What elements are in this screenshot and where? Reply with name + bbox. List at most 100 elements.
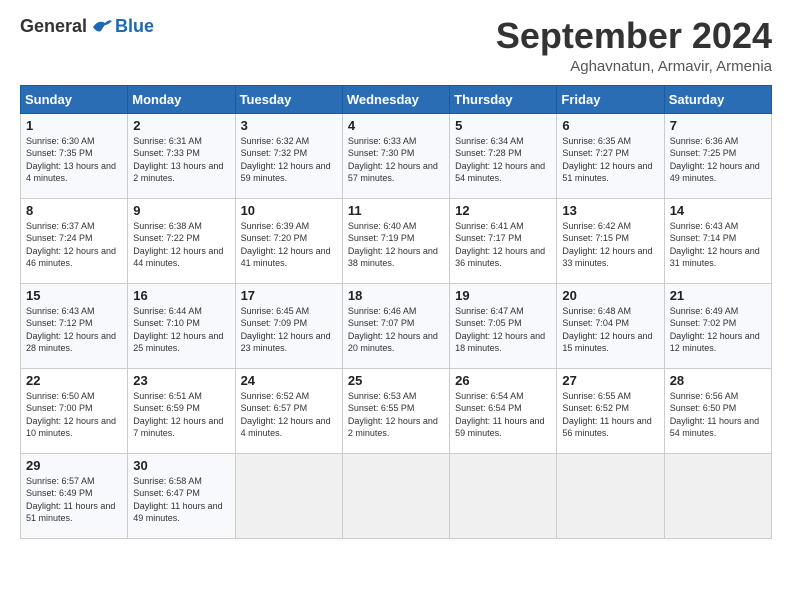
table-row: 20Sunrise: 6:48 AMSunset: 7:04 PMDayligh… [557,283,664,368]
day-number: 22 [26,373,122,388]
table-row: 11 Sunrise: 6:40 AMSunset: 7:19 PMDayligh… [342,198,449,283]
day-number: 26 [455,373,551,388]
day-number: 18 [348,288,444,303]
day-number: 20 [562,288,658,303]
table-row: 15Sunrise: 6:43 AMSunset: 7:12 PMDayligh… [21,283,128,368]
table-row: 7Sunrise: 6:36 AMSunset: 7:25 PMDaylight… [664,113,771,198]
logo-blue-text: Blue [115,16,154,37]
col-friday: Friday [557,85,664,113]
day-number: 13 [562,203,658,218]
table-row: 3 Sunrise: 6:32 AMSunset: 7:32 PMDaylight… [235,113,342,198]
calendar-week-row: 29 Sunrise: 6:57 AMSunset: 6:49 PMDayligh… [21,453,772,538]
table-row: 6 Sunrise: 6:35 AMSunset: 7:27 PMDaylight… [557,113,664,198]
table-row: 27 Sunrise: 6:55 AMSunset: 6:52 PMDayligh… [557,368,664,453]
day-number: 25 [348,373,444,388]
logo-bird-icon [91,17,113,37]
table-row: 25 Sunrise: 6:53 AMSunset: 6:55 PMDayligh… [342,368,449,453]
table-row [450,453,557,538]
day-number: 28 [670,373,766,388]
col-wednesday: Wednesday [342,85,449,113]
day-info: Sunrise: 6:53 AMSunset: 6:55 PMDaylight:… [348,390,444,440]
day-info: Sunrise: 6:52 AMSunset: 6:57 PMDaylight:… [241,390,337,440]
table-row [557,453,664,538]
table-row: 4Sunrise: 6:33 AMSunset: 7:30 PMDaylight… [342,113,449,198]
table-row: 18 Sunrise: 6:46 AMSunset: 7:07 PMDayligh… [342,283,449,368]
col-tuesday: Tuesday [235,85,342,113]
day-info: Sunrise: 6:34 AMSunset: 7:28 PMDaylight:… [455,135,551,185]
day-info: Sunrise: 6:44 AMSunset: 7:10 PMDaylight:… [133,305,229,355]
day-number: 2 [133,118,229,133]
day-info: Sunrise: 6:45 AMSunset: 7:09 PMDaylight:… [241,305,337,355]
table-row: 19 Sunrise: 6:47 AMSunset: 7:05 PMDayligh… [450,283,557,368]
day-info: Sunrise: 6:43 AMSunset: 7:14 PMDaylight:… [670,220,766,270]
day-number: 23 [133,373,229,388]
day-number: 17 [241,288,337,303]
day-info: Sunrise: 6:46 AMSunset: 7:07 PMDaylight:… [348,305,444,355]
day-info: Sunrise: 6:39 AMSunset: 7:20 PMDaylight:… [241,220,337,270]
day-number: 19 [455,288,551,303]
col-sunday: Sunday [21,85,128,113]
day-info: Sunrise: 6:47 AMSunset: 7:05 PMDaylight:… [455,305,551,355]
logo-general-text: General [20,16,87,37]
day-info: Sunrise: 6:35 AMSunset: 7:27 PMDaylight:… [562,135,658,185]
day-info: Sunrise: 6:51 AMSunset: 6:59 PMDaylight:… [133,390,229,440]
day-number: 4 [348,118,444,133]
day-info: Sunrise: 6:36 AMSunset: 7:25 PMDaylight:… [670,135,766,185]
table-row [664,453,771,538]
day-number: 24 [241,373,337,388]
day-info: Sunrise: 6:55 AMSunset: 6:52 PMDaylight:… [562,390,658,440]
day-info: Sunrise: 6:41 AMSunset: 7:17 PMDaylight:… [455,220,551,270]
day-info: Sunrise: 6:30 AMSunset: 7:35 PMDaylight:… [26,135,122,185]
day-number: 29 [26,458,122,473]
page: General Blue September 2024 Aghavnatun, … [0,0,792,549]
col-monday: Monday [128,85,235,113]
table-row: 28 Sunrise: 6:56 AMSunset: 6:50 PMDayligh… [664,368,771,453]
month-title: September 2024 [496,16,772,56]
location-subtitle: Aghavnatun, Armavir, Armenia [496,58,772,75]
calendar-table: Sunday Monday Tuesday Wednesday Thursday… [20,85,772,539]
day-number: 3 [241,118,337,133]
day-number: 1 [26,118,122,133]
table-row: 14Sunrise: 6:43 AMSunset: 7:14 PMDayligh… [664,198,771,283]
day-number: 21 [670,288,766,303]
table-row: 30Sunrise: 6:58 AMSunset: 6:47 PMDayligh… [128,453,235,538]
day-number: 5 [455,118,551,133]
day-number: 8 [26,203,122,218]
calendar-week-row: 8 Sunrise: 6:37 AMSunset: 7:24 PMDaylight… [21,198,772,283]
table-row: 17 Sunrise: 6:45 AMSunset: 7:09 PMDayligh… [235,283,342,368]
table-row: 2 Sunrise: 6:31 AMSunset: 7:33 PMDaylight… [128,113,235,198]
day-info: Sunrise: 6:58 AMSunset: 6:47 PMDaylight:… [133,475,229,525]
table-row: 26Sunrise: 6:54 AMSunset: 6:54 PMDayligh… [450,368,557,453]
calendar-week-row: 22Sunrise: 6:50 AMSunset: 7:00 PMDayligh… [21,368,772,453]
title-block: September 2024 Aghavnatun, Armavir, Arme… [496,16,772,75]
table-row: 1 Sunrise: 6:30 AMSunset: 7:35 PMDaylight… [21,113,128,198]
col-saturday: Saturday [664,85,771,113]
table-row: 29 Sunrise: 6:57 AMSunset: 6:49 PMDayligh… [21,453,128,538]
table-row: 12 Sunrise: 6:41 AMSunset: 7:17 PMDayligh… [450,198,557,283]
table-row: 9Sunrise: 6:38 AMSunset: 7:22 PMDaylight… [128,198,235,283]
col-thursday: Thursday [450,85,557,113]
day-info: Sunrise: 6:49 AMSunset: 7:02 PMDaylight:… [670,305,766,355]
day-info: Sunrise: 6:57 AMSunset: 6:49 PMDaylight:… [26,475,122,525]
table-row: 10 Sunrise: 6:39 AMSunset: 7:20 PMDayligh… [235,198,342,283]
table-row: 16 Sunrise: 6:44 AMSunset: 7:10 PMDayligh… [128,283,235,368]
day-number: 11 [348,203,444,218]
calendar-header-row: Sunday Monday Tuesday Wednesday Thursday… [21,85,772,113]
calendar-week-row: 1 Sunrise: 6:30 AMSunset: 7:35 PMDaylight… [21,113,772,198]
day-info: Sunrise: 6:38 AMSunset: 7:22 PMDaylight:… [133,220,229,270]
day-info: Sunrise: 6:37 AMSunset: 7:24 PMDaylight:… [26,220,122,270]
table-row: 24 Sunrise: 6:52 AMSunset: 6:57 PMDayligh… [235,368,342,453]
table-row [342,453,449,538]
day-info: Sunrise: 6:56 AMSunset: 6:50 PMDaylight:… [670,390,766,440]
table-row [235,453,342,538]
day-number: 16 [133,288,229,303]
day-number: 27 [562,373,658,388]
day-number: 12 [455,203,551,218]
table-row: 5 Sunrise: 6:34 AMSunset: 7:28 PMDaylight… [450,113,557,198]
day-number: 10 [241,203,337,218]
day-info: Sunrise: 6:31 AMSunset: 7:33 PMDaylight:… [133,135,229,185]
day-number: 6 [562,118,658,133]
day-info: Sunrise: 6:40 AMSunset: 7:19 PMDaylight:… [348,220,444,270]
day-info: Sunrise: 6:32 AMSunset: 7:32 PMDaylight:… [241,135,337,185]
table-row: 8 Sunrise: 6:37 AMSunset: 7:24 PMDaylight… [21,198,128,283]
